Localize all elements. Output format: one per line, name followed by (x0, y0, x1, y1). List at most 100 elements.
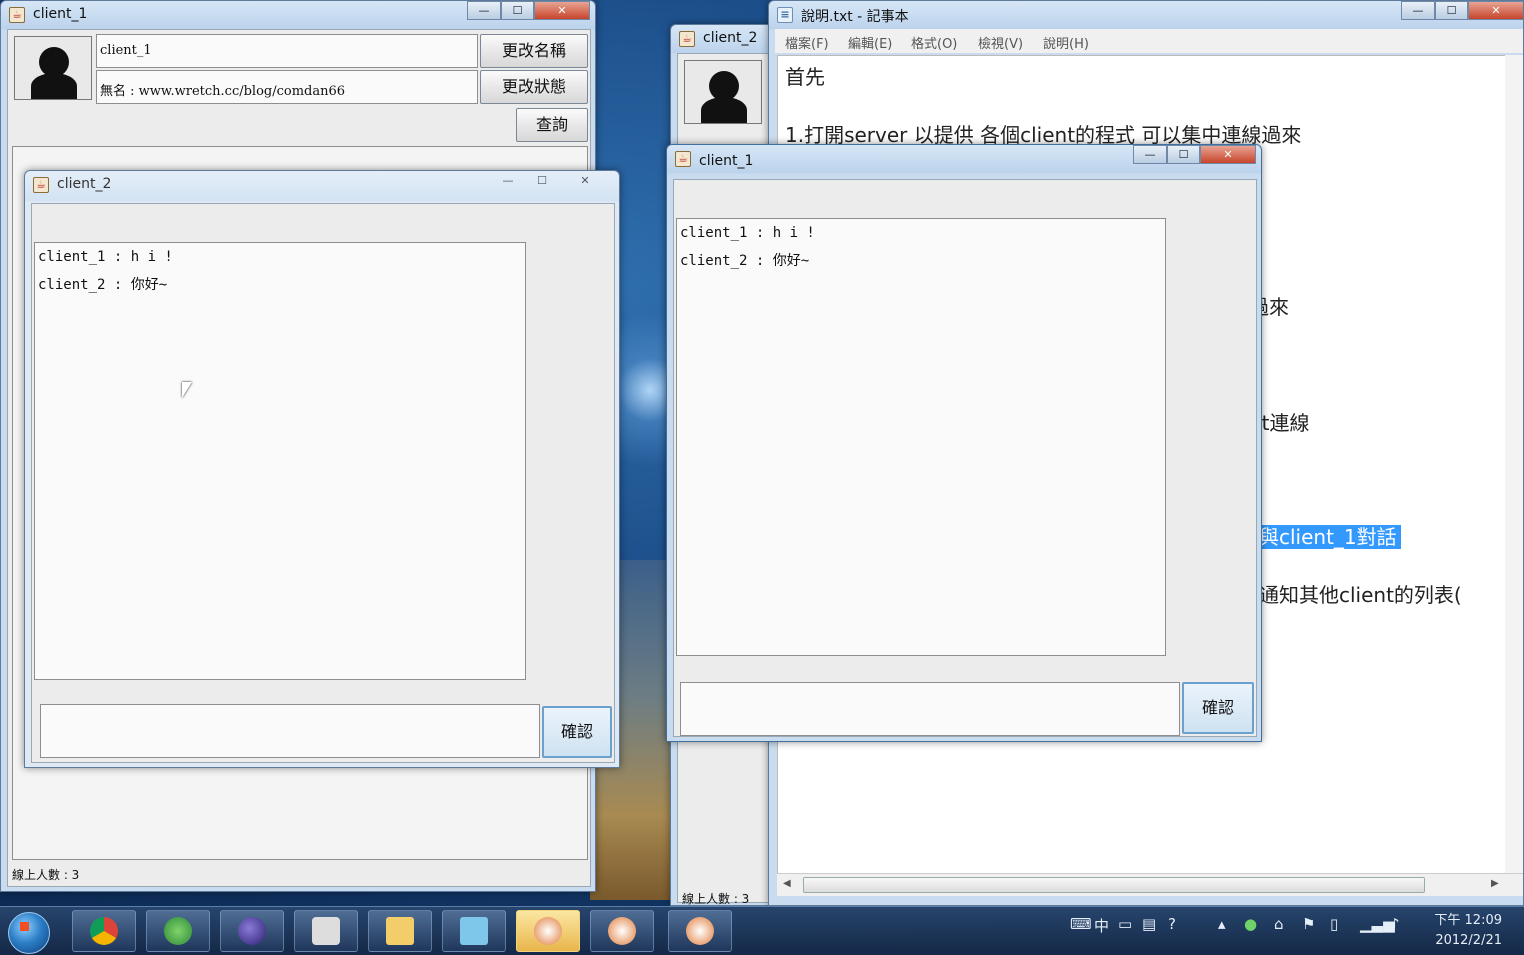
client2-chat-titlebar[interactable]: ☕ client_2 — ☐ ✕ (25, 171, 619, 199)
chat-message: client_1 : h i ! (680, 225, 815, 241)
menu-help[interactable]: 說明(H) (1043, 33, 1089, 52)
vertical-scrollbar[interactable] (1505, 55, 1523, 873)
change-status-button[interactable]: 更改狀態 (480, 70, 588, 104)
close-button[interactable]: ✕ (1200, 145, 1256, 164)
horizontal-scrollbar[interactable]: ◀ ▶ (777, 873, 1523, 896)
client2-chat-content: client_1 : h i ! client_2 : 你好~ 確認 (31, 203, 615, 763)
query-button[interactable]: 查詢 (516, 108, 588, 142)
taskbar-explorer[interactable] (368, 910, 432, 952)
java-icon (608, 917, 636, 945)
java-icon: ☕ (9, 7, 25, 23)
scroll-left-arrow-icon[interactable]: ◀ (783, 878, 791, 889)
java-icon: ☕ (679, 31, 695, 47)
user-status-text: 無名 : www.wretch.cc/blog/comdan66 (100, 84, 346, 99)
action-center-flag-icon[interactable]: ⚑ (1302, 915, 1315, 933)
ime-chinese-label[interactable]: 中 (1094, 915, 1109, 936)
taskbar-messenger[interactable] (146, 910, 210, 952)
client1-chat-titlebar[interactable]: ☕ client_1 — ☐ ✕ (667, 145, 1261, 173)
keyboard-icon[interactable]: ▭ (1118, 915, 1132, 933)
online-count: 線上人數 : 3 (682, 892, 750, 906)
user-name-text: client_1 (100, 43, 152, 58)
user-status-field: 無名 : www.wretch.cc/blog/comdan66 (96, 70, 478, 104)
clock-time: 下午 12:09 (1434, 913, 1502, 928)
java-icon (686, 917, 714, 945)
notepad-icon: ≡ (777, 7, 793, 23)
close-button[interactable]: ✕ (534, 1, 590, 20)
taskbar-java-3[interactable] (668, 910, 732, 952)
window-title: client_2 (57, 176, 112, 192)
settings-icon[interactable]: ▤ (1142, 915, 1156, 933)
java-icon: ☕ (33, 177, 49, 193)
folder-icon (386, 917, 414, 945)
online-count: 線上人數 : 3 (12, 868, 80, 882)
eclipse-icon (238, 917, 266, 945)
chat-input[interactable] (40, 704, 540, 758)
minimize-button[interactable]: — (1401, 1, 1435, 20)
rename-button[interactable]: 更改名稱 (480, 34, 588, 68)
security-icon[interactable]: ● (1244, 915, 1257, 933)
window-title: client_1 (699, 153, 754, 169)
avatar-body-icon (701, 97, 747, 123)
client1-main-titlebar[interactable]: ☕ client_1 — ☐ ✕ (1, 1, 595, 29)
chat-input[interactable] (680, 682, 1180, 736)
java-icon (534, 917, 562, 945)
chat-message: client_1 : h i ! (38, 249, 173, 265)
client1-chat-content: client_1 : h i ! client_2 : 你好~ 確認 (673, 179, 1257, 737)
maximize-button[interactable]: ☐ (501, 1, 534, 20)
scroll-right-arrow-icon[interactable]: ▶ (1491, 878, 1499, 889)
taskbar-chrome[interactable] (72, 910, 136, 952)
menu-view[interactable]: 檢視(V) (978, 33, 1023, 52)
ime-icon[interactable]: ⌨ (1070, 915, 1092, 933)
client2-main-titlebar[interactable]: ☕ client_2 (671, 25, 779, 53)
close-button[interactable]: ✕ (565, 172, 605, 191)
maximize-button[interactable]: ☐ (1167, 145, 1200, 164)
chat-message: client_2 : 你好~ (38, 277, 168, 293)
close-button[interactable]: ✕ (1468, 1, 1523, 20)
taskbar-java-1[interactable] (516, 910, 580, 952)
clock-date: 2012/2/21 (1435, 933, 1502, 948)
window-title: 說明.txt - 記事本 (801, 9, 909, 25)
taskbar: ⌨ 中 ▭ ▤ ? ▴ ● ⌂ ⚑ ▯ ▁▃▅ ♪ 下午 12:09 2012/… (0, 906, 1524, 955)
chat-message: client_2 : 你好~ (680, 253, 810, 269)
minimize-button[interactable]: — (491, 172, 525, 191)
chat-history[interactable]: client_1 : h i ! client_2 : 你好~ (34, 242, 526, 680)
notepad-line-1: 首先 (785, 65, 825, 89)
taskbar-camera[interactable] (294, 910, 358, 952)
maximize-button[interactable]: ☐ (1435, 1, 1468, 20)
maximize-button[interactable]: ☐ (525, 172, 559, 191)
taskbar-notepad[interactable] (442, 910, 506, 952)
confirm-button[interactable]: 確認 (542, 706, 612, 758)
network-share-icon[interactable]: ⌂ (1274, 915, 1284, 933)
user-name-field: client_1 (96, 34, 478, 68)
notepad-titlebar[interactable]: ≡ 說明.txt - 記事本 — ☐ ✕ (769, 1, 1523, 29)
power-icon[interactable]: ▯ (1330, 915, 1338, 933)
avatar-body-icon (31, 73, 77, 99)
camera-icon (312, 917, 340, 945)
show-hidden-icons-icon[interactable]: ▴ (1218, 915, 1226, 933)
client2-chat-window: ☕ client_2 — ☐ ✕ client_1 : h i ! client… (24, 170, 620, 768)
menu-format[interactable]: 格式(O) (911, 33, 957, 52)
avatar (14, 36, 92, 100)
chat-history[interactable]: client_1 : h i ! client_2 : 你好~ (676, 218, 1166, 656)
menu-edit[interactable]: 編輯(E) (848, 33, 892, 52)
taskbar-java-2[interactable] (590, 910, 654, 952)
mouse-cursor-icon (182, 382, 192, 398)
help-icon[interactable]: ? (1168, 915, 1176, 933)
minimize-button[interactable]: — (1133, 145, 1167, 164)
confirm-button[interactable]: 確認 (1182, 682, 1254, 734)
menu-file[interactable]: 檔案(F) (785, 33, 829, 52)
messenger-icon (164, 917, 192, 945)
volume-icon[interactable]: ♪ (1390, 915, 1400, 933)
window-title: client_1 (33, 6, 88, 22)
window-title: client_2 (703, 30, 758, 46)
chrome-icon (90, 917, 118, 945)
minimize-button[interactable]: — (467, 1, 501, 20)
system-clock[interactable]: 下午 12:09 2012/2/21 (1434, 911, 1502, 951)
start-button[interactable] (8, 912, 50, 954)
notepad-partial-line-3: 與client_1對話 (1255, 521, 1401, 550)
scroll-thumb[interactable] (803, 877, 1425, 893)
java-icon: ☕ (675, 151, 691, 167)
avatar (684, 60, 762, 124)
taskbar-eclipse[interactable] (220, 910, 284, 952)
notepad-icon (460, 917, 488, 945)
